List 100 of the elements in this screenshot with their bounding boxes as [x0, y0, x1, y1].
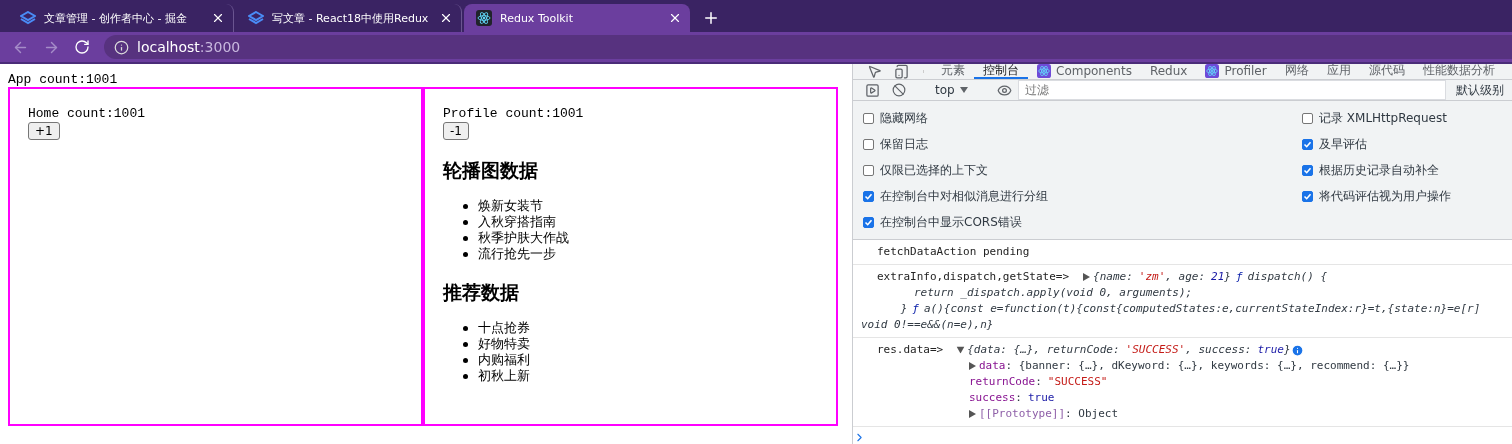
console-text: ƒ [912, 301, 919, 317]
setting-checkbox[interactable]: 将代码评估视为用户操作 [1302, 183, 1502, 209]
list-item: 秋季护肤大作战 [478, 229, 569, 247]
setting-checkbox[interactable]: 根据历史记录自动补全 [1302, 157, 1502, 183]
setting-label: 将代码评估视为用户操作 [1319, 187, 1451, 205]
console-text: } [1283, 342, 1291, 358]
expand-triangle-icon[interactable] [1083, 273, 1091, 281]
new-tab-icon[interactable] [702, 9, 720, 27]
console-text: {data: {…}, returnCode: [967, 342, 1120, 358]
console-text: : [1035, 374, 1042, 390]
console-text: dispatch() { [1247, 269, 1328, 285]
setting-label: 保留日志 [880, 135, 928, 153]
reload-icon[interactable] [74, 39, 90, 55]
setting-checkbox[interactable]: 仅限已选择的上下文 [863, 157, 1163, 183]
close-icon[interactable] [211, 11, 225, 25]
checkbox[interactable] [863, 138, 874, 150]
checkbox[interactable] [863, 216, 874, 228]
setting-label: 记录 XMLHttpRequest [1319, 109, 1447, 127]
tab-title: Redux Toolkit [500, 11, 574, 25]
section-heading: 推荐数据 [443, 280, 520, 305]
console-text: : {banner: {…}, dKeyword: {…}, keywords: {…}, recommend: {…}} [1005, 358, 1410, 374]
setting-checkbox[interactable]: 在控制台中显示CORS错误 [863, 209, 1163, 235]
setting-checkbox[interactable]: 在控制台中对相似消息进行分组 [863, 183, 1163, 209]
expand-triangle-icon[interactable] [969, 410, 976, 418]
setting-label: 及早评估 [1319, 135, 1367, 153]
console-text: extraInfo,dispatch,getState=> [877, 269, 1070, 285]
inspect-icon[interactable] [867, 64, 882, 79]
console-text: : Object [1065, 406, 1119, 422]
setting-label: 根据历史记录自动补全 [1319, 161, 1439, 179]
console-text: true [1028, 390, 1055, 406]
eye-icon[interactable] [996, 82, 1012, 98]
expand-triangle-icon[interactable] [969, 362, 976, 370]
devtools-tab[interactable]: 应用 [1317, 64, 1360, 79]
url-port: :3000 [199, 39, 241, 55]
checkbox[interactable] [1302, 164, 1313, 176]
checkbox[interactable] [863, 112, 874, 124]
devtools-tab[interactable]: Redux [1140, 64, 1197, 79]
clear-icon[interactable] [892, 83, 906, 97]
levels-dropdown[interactable]: 默认级别 [1446, 81, 1512, 99]
console-text: } [1224, 269, 1231, 285]
console-text: ƒ [1235, 269, 1243, 285]
close-icon[interactable] [439, 11, 453, 25]
checkbox[interactable] [1302, 190, 1313, 202]
setting-checkbox[interactable]: 保留日志 [863, 131, 1163, 157]
list-item: 内购福利 [478, 351, 530, 369]
console-text: return _dispatch.apply(void 0, arguments); [912, 285, 1193, 301]
increment-button[interactable]: +1 [28, 122, 60, 140]
expand-triangle-icon[interactable] [956, 346, 965, 354]
layers-icon [248, 11, 264, 25]
bullet-icon [463, 357, 468, 363]
console-text: void 0!==e&&(n=e),n} [861, 317, 994, 333]
sidebar-icon[interactable] [865, 82, 880, 98]
devtools-tab[interactable]: 源代码 [1359, 64, 1414, 79]
console-text: success [969, 390, 1016, 406]
context-dropdown[interactable]: top [929, 83, 974, 97]
checkbox[interactable] [863, 164, 874, 176]
bullet-icon [463, 219, 468, 225]
devtools-tab[interactable]: Components [1028, 64, 1141, 79]
device-icon[interactable] [894, 64, 909, 79]
bullet-icon [463, 341, 468, 347]
setting-checkbox[interactable]: 隐藏网络 [863, 105, 1163, 131]
decrement-button[interactable]: -1 [443, 122, 469, 140]
bullet-icon [463, 203, 468, 209]
checkbox[interactable] [1302, 112, 1313, 124]
console-text: fetchDataAction pending [877, 244, 1030, 260]
layers-icon [20, 11, 36, 25]
setting-checkbox[interactable]: 记录 XMLHttpRequest [1302, 105, 1502, 131]
console-text: , success: [1185, 342, 1252, 358]
close-icon[interactable] [668, 11, 682, 25]
console-text: "SUCCESS" [1047, 374, 1108, 390]
devtools-tab[interactable]: 元素 [932, 64, 974, 79]
info-icon[interactable] [1290, 343, 1304, 357]
address-field[interactable]: localhost:3000 [104, 35, 1512, 59]
profile-count: Profile count:1001 [443, 106, 585, 121]
console-text: 21 [1211, 269, 1225, 285]
console-text: } [899, 301, 908, 317]
atom-icon [1037, 64, 1051, 78]
checkbox[interactable] [863, 190, 874, 202]
checkbox[interactable] [1302, 138, 1313, 150]
filter-field[interactable]: 过滤 [1017, 80, 1446, 100]
section-heading: 轮播图数据 [443, 158, 539, 183]
console-text: {name: [1093, 269, 1133, 285]
devtools-tab[interactable]: 性能数据分析 [1413, 64, 1504, 79]
setting-checkbox[interactable]: 及早评估 [1302, 131, 1502, 157]
tab-title: 文章管理 - 创作者中心 - 掘金 [44, 10, 188, 26]
bullet-icon [463, 325, 468, 331]
devtools-tab[interactable]: 网络 [1275, 64, 1318, 79]
caret-icon [959, 87, 968, 93]
setting-label: 隐藏网络 [880, 109, 928, 127]
list-item: 入秋穿搭指南 [478, 213, 556, 231]
console-text: [[Prototype]] [979, 406, 1066, 422]
atom-icon [476, 10, 492, 26]
setting-label: 在控制台中显示CORS错误 [880, 213, 1022, 231]
list-item: 初秋上新 [478, 367, 530, 385]
list-item: 好物特卖 [478, 335, 530, 353]
console-text: , age: [1165, 269, 1206, 285]
devtools-tab[interactable]: Profiler [1196, 64, 1276, 79]
bullet-icon [463, 235, 468, 241]
browser-tab[interactable]: Redux Toolkit [464, 4, 690, 32]
console-text: data [979, 358, 1006, 374]
